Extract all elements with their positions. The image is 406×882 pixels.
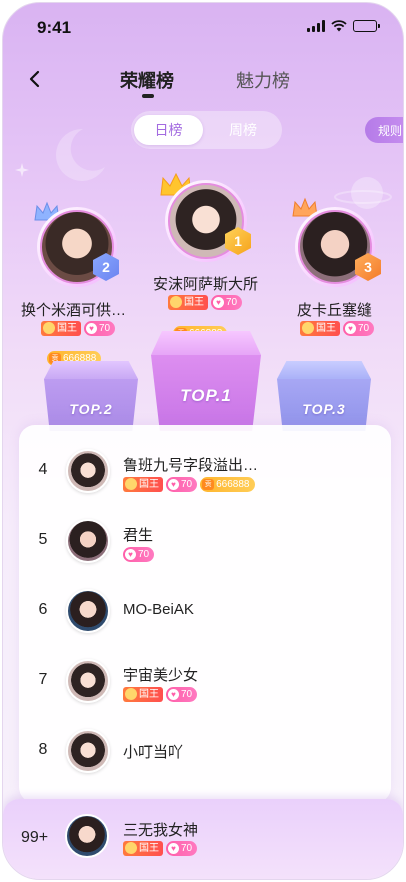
user-tags: 国王 ♥ 70 贡 666888 [123, 477, 255, 492]
top1-pedestal: TOP.1 [151, 331, 261, 431]
level-tag: ♥ 70 [166, 841, 198, 856]
phone-screen: 9:41 荣耀榜 魅力榜 日榜 周榜 规则 2 换个米酒可供… 国王 ♥ 70 … [2, 2, 404, 880]
king-tag: 国王 [168, 295, 208, 310]
list-item[interactable]: 7 宇宙美少女 国王 ♥ 70 [19, 647, 391, 717]
first-place-tags: 国王 ♥ 70 [168, 295, 243, 310]
my-avatar[interactable] [65, 814, 109, 858]
king-tag: 国王 [300, 321, 340, 336]
avatar[interactable] [66, 659, 110, 703]
period-week-button[interactable]: 周榜 [207, 115, 279, 145]
list-item[interactable]: 6 MO-BeiAK [19, 577, 391, 647]
rank-number: 5 [38, 531, 48, 548]
back-button[interactable] [21, 65, 49, 93]
rank-number: 7 [38, 671, 48, 688]
king-tag: 国王 [123, 477, 163, 492]
top2-label: TOP.2 [69, 401, 113, 417]
avatar[interactable] [66, 519, 110, 563]
ranking-list: 4 鲁班九号字段溢出… 国王 ♥ 70 贡 666888 5 君生 ♥ 70 6 MO… [19, 425, 391, 803]
top3-pedestal: TOP.3 [277, 361, 371, 431]
king-tag: 国王 [123, 841, 163, 856]
rank-number: 8 [38, 741, 48, 758]
user-tags: 国王 ♥ 70 [123, 687, 198, 702]
rules-button[interactable]: 规则 [365, 117, 403, 143]
second-place-tags: 国王 ♥ 70 [41, 321, 116, 336]
user-name: 宇宙美少女 [123, 667, 199, 684]
wifi-icon [331, 20, 347, 32]
heart-icon: ♥ [345, 323, 356, 334]
rank-number: 6 [38, 601, 48, 618]
list-item[interactable]: 8 小叮当吖 [19, 717, 391, 787]
second-place-name: 换个米酒可供… [21, 302, 127, 319]
sparkle-decoration [15, 163, 29, 177]
level-tag: ♥ 70 [84, 321, 116, 336]
status-bar: 9:41 [3, 3, 403, 51]
avatar[interactable] [66, 729, 110, 773]
score-tag: 贡666888 [200, 477, 255, 492]
user-tags: ♥ 70 [123, 547, 155, 562]
level-tag: ♥ 70 [211, 295, 243, 310]
top2-pedestal: TOP.2 [44, 361, 138, 431]
level-tag: ♥ 70 [166, 477, 198, 492]
avatar[interactable] [66, 589, 110, 633]
heart-icon: ♥ [213, 297, 224, 308]
tab-honor[interactable]: 荣耀榜 [120, 67, 174, 93]
cellular-signal-icon [307, 20, 325, 32]
active-tab-indicator [142, 94, 154, 98]
third-place-name: 皮卡丘塞缝 [297, 302, 373, 319]
rank-number: 4 [38, 461, 48, 478]
level-tag: ♥ 70 [123, 547, 155, 562]
heart-icon: ♥ [86, 323, 97, 334]
first-place-name: 安沫阿萨斯大所 [153, 276, 259, 293]
my-rank-number: 99+ [21, 829, 49, 846]
period-day-button[interactable]: 日榜 [134, 115, 203, 145]
top1-label: TOP.1 [180, 386, 232, 405]
level-tag: ♥ 70 [166, 687, 198, 702]
battery-icon [353, 20, 380, 32]
level-tag: ♥ 70 [343, 321, 375, 336]
top3-label: TOP.3 [302, 401, 346, 417]
my-rank-bar[interactable]: 99+ 三无我女神 国王 ♥ 70 [3, 799, 403, 879]
heart-icon: ♥ [168, 479, 179, 490]
list-item[interactable]: 5 君生 ♥ 70 [19, 507, 391, 577]
heart-icon: ♥ [168, 689, 179, 700]
user-name: 鲁班九号字段溢出… [123, 457, 259, 474]
king-tag: 国王 [123, 687, 163, 702]
status-icons [307, 20, 380, 32]
user-name: MO-BeiAK [123, 601, 194, 618]
my-tags: 国王 ♥ 70 [123, 841, 198, 856]
tab-charm[interactable]: 魅力榜 [236, 67, 290, 93]
king-tag: 国王 [41, 321, 81, 336]
status-time: 9:41 [37, 18, 72, 37]
chevron-left-icon [29, 70, 40, 88]
list-item[interactable]: 4 鲁班九号字段溢出… 国王 ♥ 70 贡 666888 [19, 437, 391, 507]
period-switch: 日榜 周榜 [131, 111, 282, 149]
heart-icon: ♥ [168, 843, 179, 854]
avatar[interactable] [66, 449, 110, 493]
user-name: 君生 [123, 527, 154, 544]
third-place-tags: 国王 ♥ 70 [300, 321, 375, 336]
moon-decoration [55, 128, 105, 181]
my-name: 三无我女神 [123, 822, 199, 839]
user-name: 小叮当吖 [123, 744, 184, 761]
heart-icon: ♥ [125, 549, 136, 560]
